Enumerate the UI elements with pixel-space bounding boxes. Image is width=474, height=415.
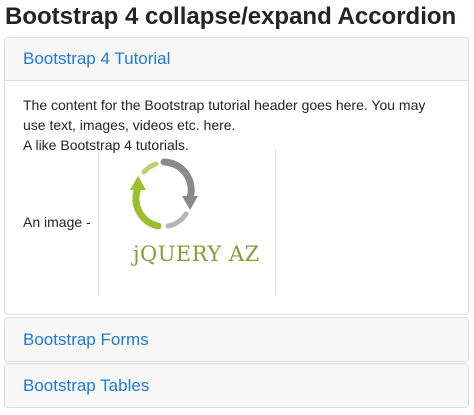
accordion-panel-tutorial: Bootstrap 4 Tutorial The content for the…	[4, 37, 469, 315]
image-row: An image - jQUERY AZ	[23, 150, 443, 295]
accordion-panel-tables: Bootstrap Tables	[4, 363, 469, 408]
logo-text: jQUERY AZ	[133, 242, 260, 266]
accordion-toggle-forms[interactable]: Bootstrap Forms	[23, 330, 149, 350]
image-label: An image -	[23, 214, 91, 230]
page-title: Bootstrap 4 collapse/expand Accordion	[5, 3, 457, 30]
refresh-arrows-icon	[130, 158, 198, 230]
jquery-az-logo-image: jQUERY AZ	[98, 150, 276, 295]
body-text: The content for the Bootstrap tutorial h…	[23, 97, 426, 133]
accordion-header-forms[interactable]: Bootstrap Forms	[5, 318, 468, 361]
accordion-header-tutorial[interactable]: Bootstrap 4 Tutorial	[5, 38, 468, 81]
accordion-toggle-tutorial[interactable]: Bootstrap 4 Tutorial	[23, 49, 170, 69]
accordion-panel-forms: Bootstrap Forms	[4, 317, 469, 362]
accordion-toggle-tables[interactable]: Bootstrap Tables	[23, 376, 149, 396]
accordion-header-tables[interactable]: Bootstrap Tables	[5, 364, 468, 407]
accordion-body-tutorial: The content for the Bootstrap tutorial h…	[5, 81, 468, 155]
